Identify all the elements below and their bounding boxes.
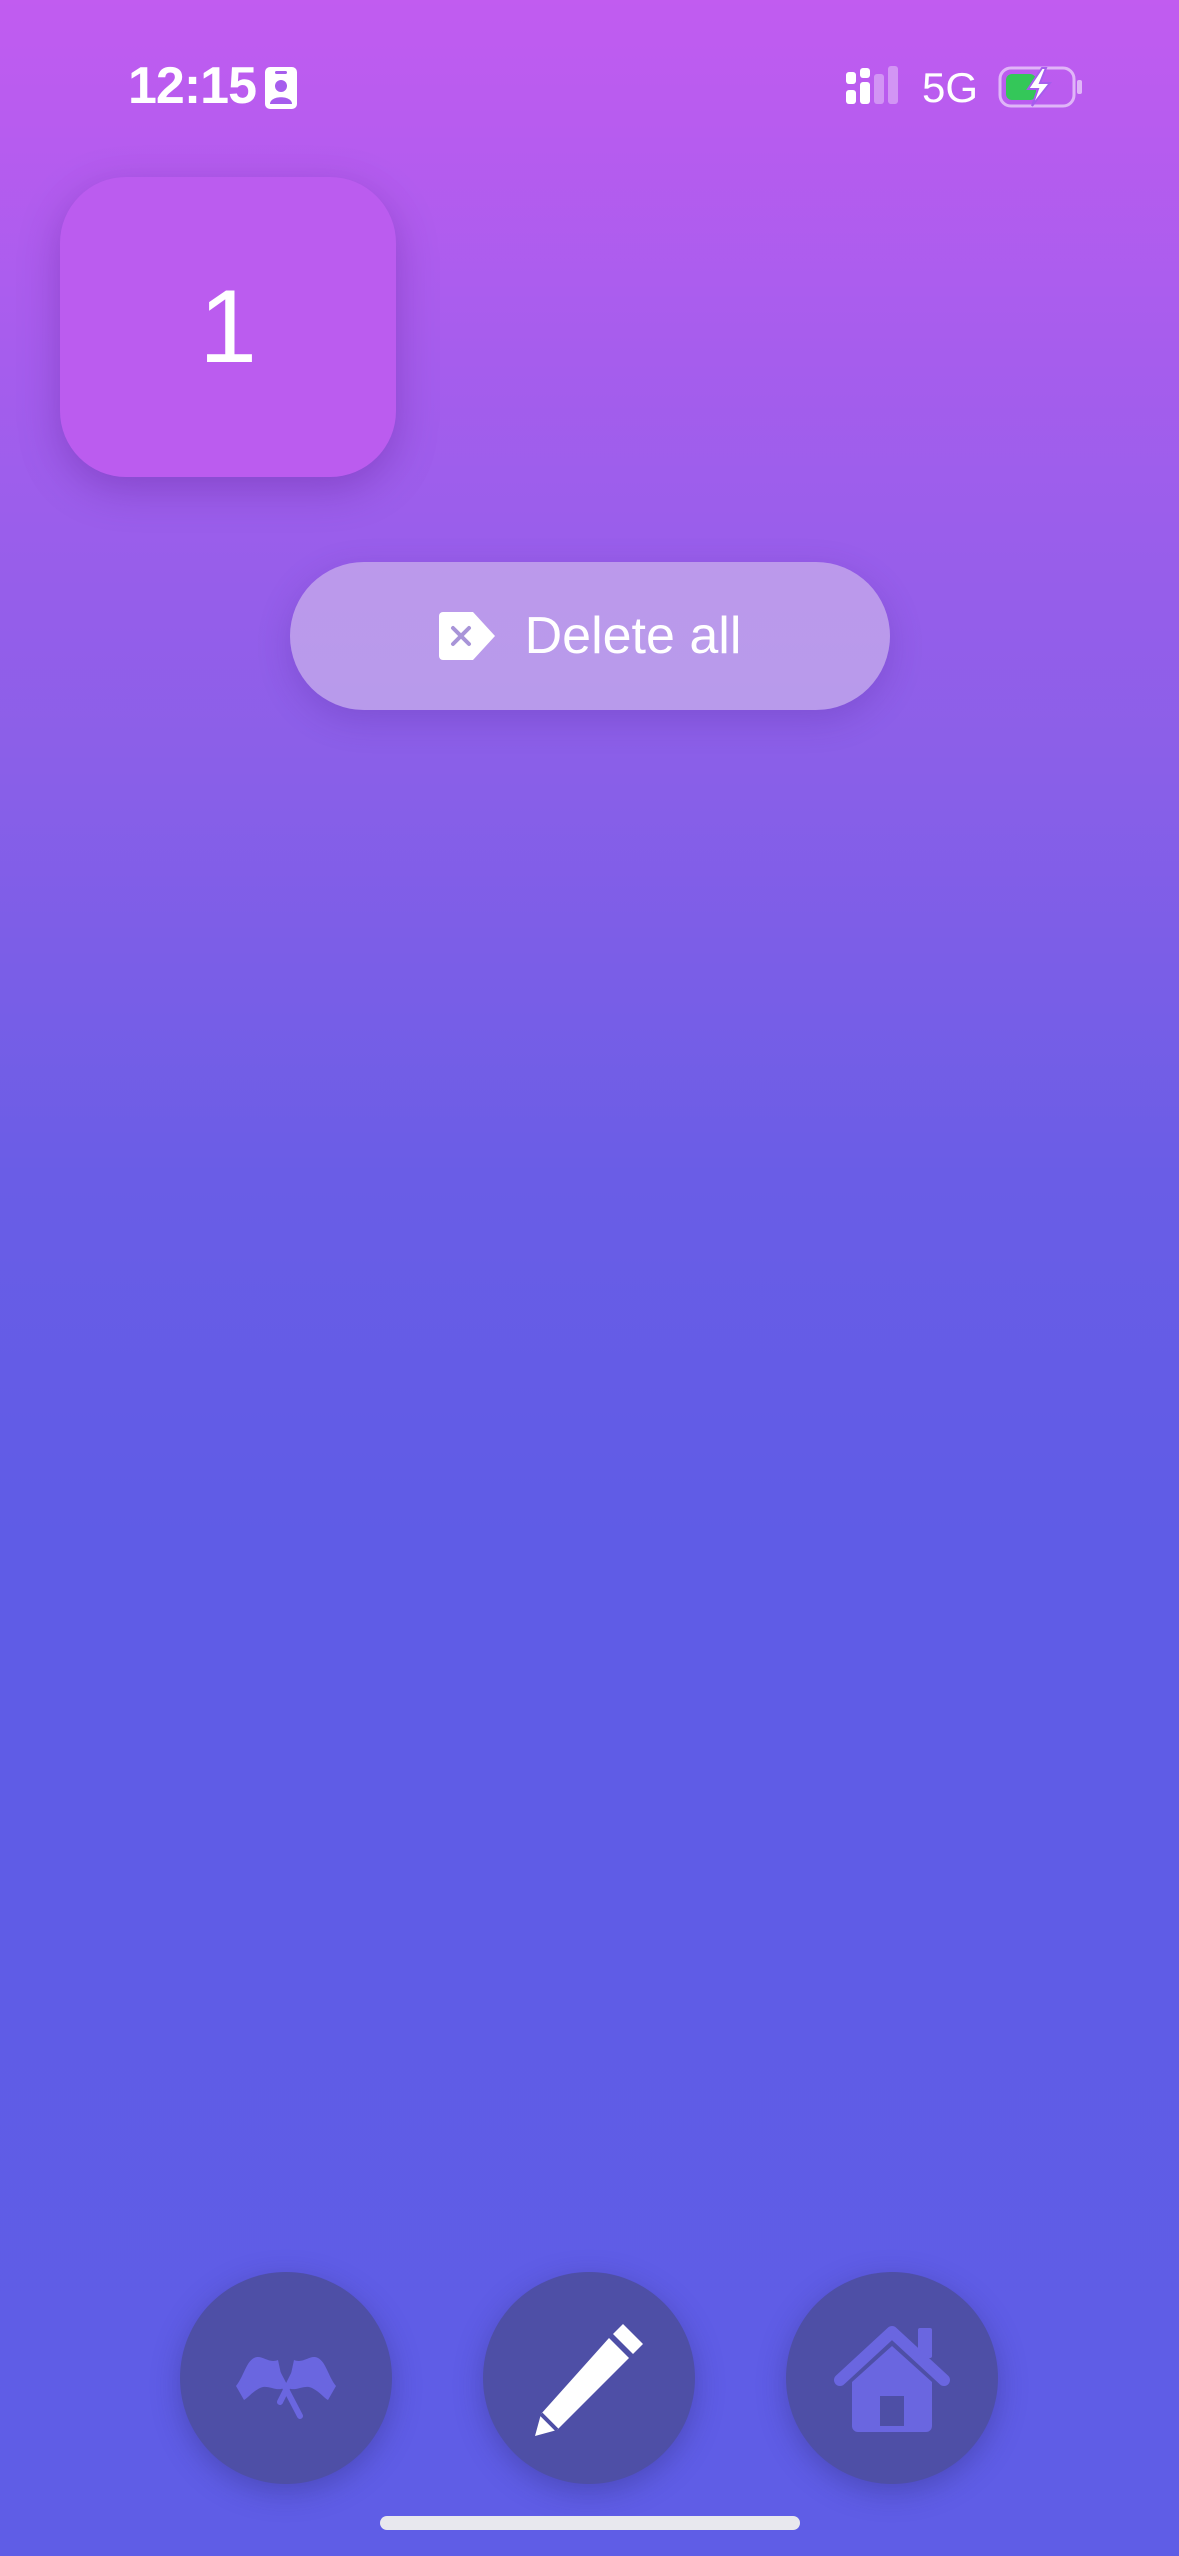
- contact-card-icon: [265, 67, 297, 109]
- counter-tile[interactable]: 1: [60, 177, 396, 477]
- home-indicator[interactable]: [380, 2516, 800, 2530]
- edit-button[interactable]: [483, 2272, 695, 2484]
- home-button[interactable]: [786, 2272, 998, 2484]
- delete-all-button[interactable]: Delete all: [290, 562, 890, 710]
- status-time: 12:15: [128, 57, 257, 115]
- network-type: 5G: [922, 64, 979, 111]
- house-icon: [834, 2326, 950, 2432]
- counter-value: 1: [199, 269, 257, 385]
- flags-button[interactable]: [180, 2272, 392, 2484]
- cellular-signal-icon: [846, 66, 898, 104]
- battery-charging-icon: [998, 66, 1082, 108]
- delete-all-label: Delete all: [524, 607, 742, 665]
- status-bar: 12:15 5G: [0, 0, 1179, 175]
- crossed-flags-icon: [236, 2357, 336, 2419]
- pencil-icon: [535, 2324, 643, 2436]
- tag-x-icon: [438, 612, 495, 660]
